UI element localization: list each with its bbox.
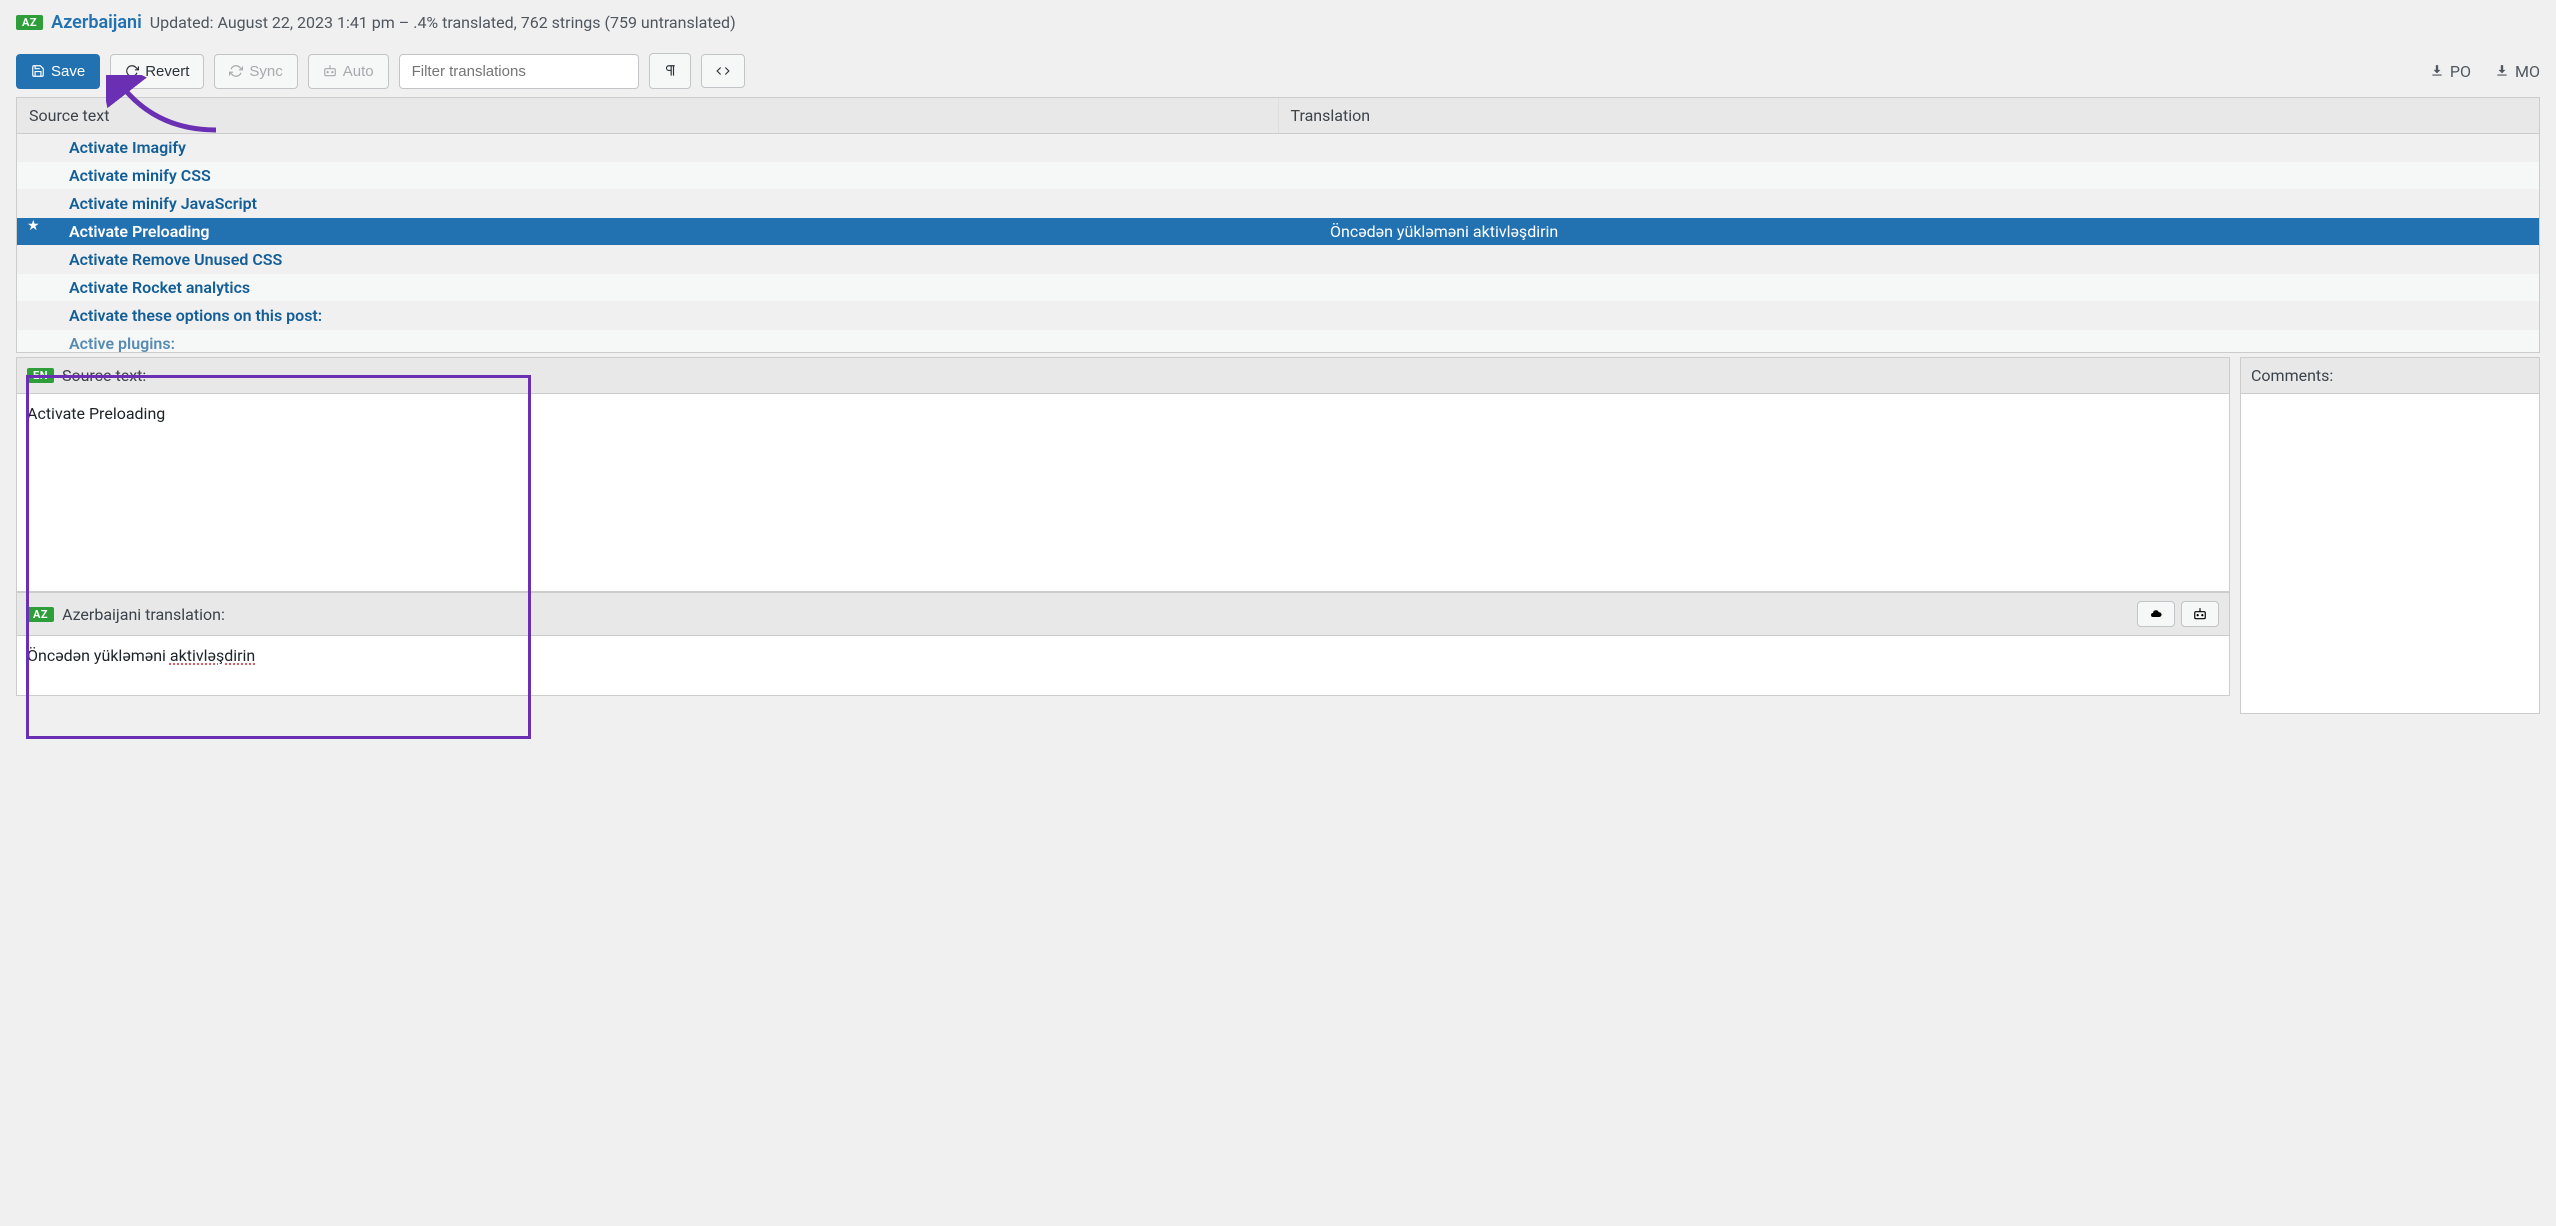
robot-icon [2192, 607, 2208, 621]
download-icon [2430, 64, 2444, 78]
comments-panel-header: Comments: [2240, 357, 2540, 394]
pilcrow-icon [663, 63, 677, 79]
source-lang-badge: EN [27, 368, 54, 383]
translation-text-spellcheck: aktivləşdirin [170, 646, 255, 665]
star-icon: ★ [27, 218, 40, 234]
pilcrow-button[interactable] [649, 53, 691, 89]
table-row[interactable]: Activate Rocket analytics [17, 274, 2539, 302]
editor-left: EN Source text: Activate Preloading AZ A… [16, 357, 2230, 714]
save-button[interactable]: Save [16, 54, 100, 89]
cell-translation-text [1278, 134, 2539, 161]
table-row[interactable]: Activate Imagify [17, 134, 2539, 162]
suggest-robot-button[interactable] [2181, 601, 2219, 627]
cell-translation-text [1278, 274, 2539, 301]
cell-translation-text [1278, 190, 2539, 217]
toolbar: Save Revert Sync Auto PO MO [16, 45, 2540, 97]
download-po[interactable]: PO [2430, 62, 2471, 81]
revert-label: Revert [145, 63, 189, 80]
save-icon [31, 64, 45, 78]
comments-label: Comments: [2251, 366, 2333, 385]
comments-text-area[interactable] [2240, 394, 2540, 714]
page-header: AZ Azerbaijani Updated: August 22, 2023 … [16, 8, 2540, 45]
col-header-source: Source text [17, 98, 1279, 133]
auto-label: Auto [343, 63, 374, 80]
sync-label: Sync [249, 63, 282, 80]
download-icon [2495, 64, 2509, 78]
translation-tools [2137, 601, 2219, 627]
source-panel-header: EN Source text: [16, 357, 2230, 394]
filter-input[interactable] [399, 54, 639, 89]
translation-label: Azerbaijani translation: [62, 605, 225, 624]
download-links: PO MO [2430, 62, 2540, 81]
mo-label: MO [2515, 62, 2540, 81]
cell-source-text: Active plugins: [17, 330, 1278, 353]
table-row[interactable]: Activate these options on this post: [17, 302, 2539, 330]
table-row[interactable]: Active plugins: [17, 330, 2539, 353]
auto-button: Auto [308, 54, 389, 89]
translation-text-area[interactable]: Öncədən yükləməni aktivləşdirin [16, 636, 2230, 696]
cell-translation-text [1278, 162, 2539, 189]
code-button[interactable] [701, 54, 745, 88]
cell-source-text: Activate these options on this post: [17, 302, 1278, 329]
revert-button[interactable]: Revert [110, 54, 204, 89]
cloud-icon [2148, 608, 2164, 620]
target-lang-badge: AZ [27, 607, 54, 622]
suggest-cloud-button[interactable] [2137, 601, 2175, 627]
cell-source-text: Activate minify CSS [17, 162, 1278, 189]
robot-icon [323, 64, 337, 78]
table-header: Source text Translation [16, 97, 2540, 133]
cell-source-text: Activate Imagify [17, 134, 1278, 161]
cell-source-text: Activate Remove Unused CSS [17, 246, 1278, 273]
table-row[interactable]: Activate minify JavaScript [17, 190, 2539, 218]
translation-table[interactable]: Activate ImagifyActivate minify CSSActiv… [16, 133, 2540, 353]
page-subtitle: Updated: August 22, 2023 1:41 pm – .4% t… [150, 13, 736, 32]
table-row[interactable]: Activate minify CSS [17, 162, 2539, 190]
cell-source-text: Activate minify JavaScript [17, 190, 1278, 217]
table-row[interactable]: Activate Remove Unused CSS [17, 246, 2539, 274]
cell-translation-text: Öncədən yükləməni aktivləşdirin [1278, 218, 2539, 245]
download-mo[interactable]: MO [2495, 62, 2540, 81]
cell-translation-text [1278, 330, 2539, 353]
po-label: PO [2450, 62, 2471, 81]
editor-area: EN Source text: Activate Preloading AZ A… [16, 357, 2540, 714]
code-icon [715, 64, 731, 78]
source-text-area: Activate Preloading [16, 394, 2230, 592]
save-label: Save [51, 63, 85, 80]
translation-panel-header: AZ Azerbaijani translation: [16, 592, 2230, 636]
source-label: Source text: [62, 366, 146, 385]
sync-button: Sync [214, 54, 297, 89]
col-header-translation: Translation [1279, 98, 2540, 133]
lang-badge: AZ [16, 15, 43, 30]
lang-name-link[interactable]: Azerbaijani [51, 12, 142, 33]
translation-text-prefix: Öncədən yükləməni [27, 646, 170, 665]
cell-translation-text [1278, 302, 2539, 329]
revert-icon [125, 64, 139, 78]
table-row[interactable]: ★Activate PreloadingÖncədən yükləməni ak… [17, 218, 2539, 246]
editor-right: Comments: [2240, 357, 2540, 714]
cell-source-text: Activate Preloading [17, 218, 1278, 245]
cell-translation-text [1278, 246, 2539, 273]
sync-icon [229, 64, 243, 78]
cell-source-text: Activate Rocket analytics [17, 274, 1278, 301]
